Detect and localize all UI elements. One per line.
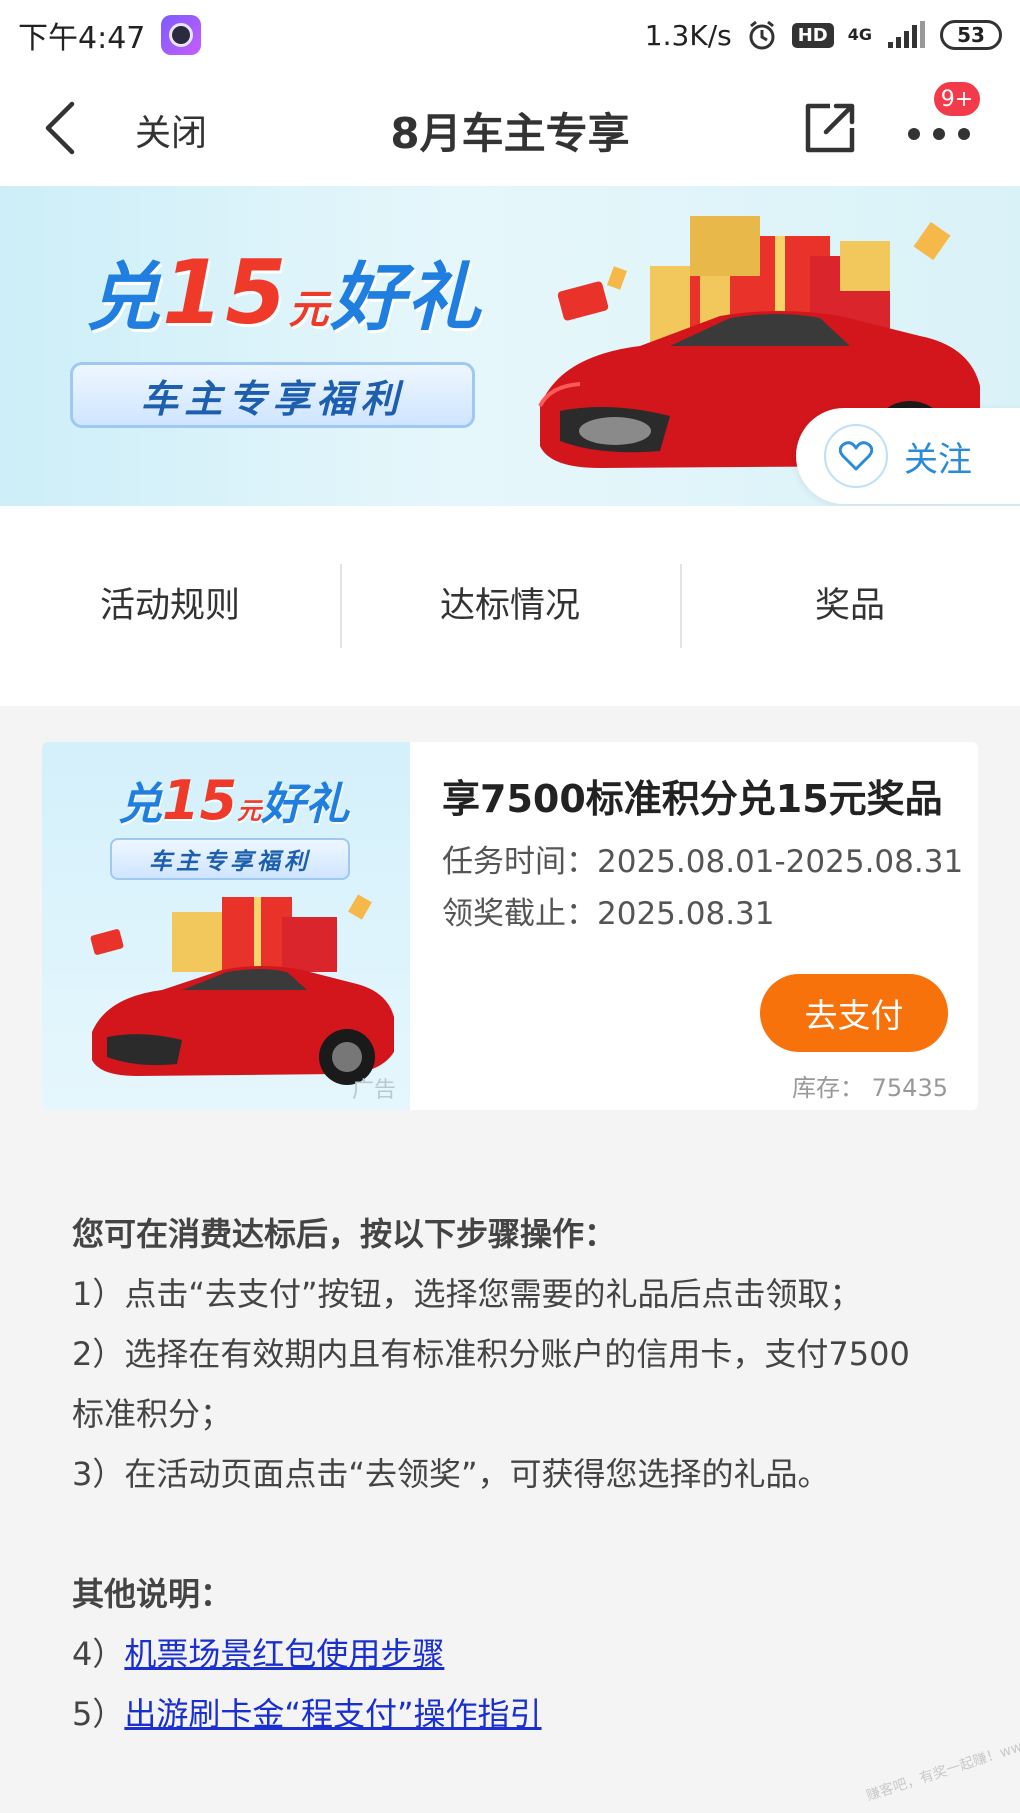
signal-icon: [888, 21, 925, 48]
follow-label: 关注: [904, 439, 972, 480]
share-icon[interactable]: [800, 98, 860, 158]
close-button[interactable]: 关闭: [135, 104, 207, 156]
product-image-headline: 兑15元好礼: [118, 769, 350, 832]
product-image-subtitle: 车主专享福利: [110, 838, 350, 880]
instructions-heading: 您可在消费达标后，按以下步骤操作：: [72, 1215, 617, 1253]
other-note-4: 4）机票场景红包使用步骤: [72, 1624, 962, 1684]
net-speed: 1.3K/s: [644, 18, 732, 52]
stock-label: 库存：: [792, 1074, 864, 1102]
banner-headline: 兑15元好礼: [86, 241, 483, 344]
tab-progress[interactable]: 达标情况: [340, 564, 680, 648]
other-note-5: 5）出游刷卡金“程支付”操作指引: [72, 1684, 962, 1744]
note-5-prefix: 5）: [72, 1695, 125, 1733]
instruction-step-1: 1）点击“去支付”按钮，选择您需要的礼品后点击领取；: [72, 1275, 862, 1313]
banner-subtitle: 车主专享福利: [70, 362, 475, 428]
flight-red-packet-link[interactable]: 机票场景红包使用步骤: [124, 1635, 444, 1673]
instruction-step-2-cont: 标准积分；: [72, 1395, 233, 1433]
product-card: 兑15元好礼 车主专享福利 广告 享7500标准积分兑15元奖品 任务时间：20…: [42, 742, 978, 1110]
stock-value: 75435: [871, 1074, 948, 1102]
product-car-illustration: [90, 894, 394, 1085]
instruction-step-3: 3）在活动页面点击“去领奖”，可获得您选择的礼品。: [72, 1455, 830, 1493]
travel-card-guide-link[interactable]: 出游刷卡金“程支付”操作指引: [124, 1695, 541, 1733]
tab-prizes[interactable]: 奖品: [680, 564, 1020, 648]
nav-bar: 关闭 8月车主专享: [0, 70, 1020, 186]
notification-badge: 9+: [932, 80, 982, 118]
status-bar: 下午4:47 1.3K/s HD 4G 53: [0, 0, 1020, 70]
other-notes-heading: 其他说明：: [72, 1575, 233, 1613]
task-time: 任务时间：2025.08.01-2025.08.31: [442, 844, 964, 880]
instruction-step-2: 2）选择在有效期内且有标准积分账户的信用卡，支付7500: [72, 1335, 910, 1373]
follow-button[interactable]: 关注: [796, 408, 1020, 504]
pay-button[interactable]: 去支付: [760, 974, 948, 1052]
instructions: 您可在消费达标后，按以下步骤操作： 1）点击“去支付”按钮，选择您需要的礼品后点…: [72, 1204, 962, 1744]
camera-app-icon: [161, 15, 202, 55]
ad-tag: 广告: [352, 1078, 397, 1103]
product-image: 兑15元好礼 车主专享福利 广告: [42, 742, 410, 1110]
note-4-prefix: 4）: [72, 1635, 125, 1673]
stock-info: 库存： 75435: [792, 1068, 948, 1103]
hd-badge: HD: [791, 22, 834, 48]
heart-icon: [824, 424, 888, 488]
claim-deadline: 领奖截止：2025.08.31: [442, 896, 775, 932]
battery-indicator: 53: [940, 20, 1002, 50]
back-arrow-icon[interactable]: [36, 98, 86, 158]
status-time: 下午4:47: [18, 21, 146, 56]
alarm-icon: [749, 20, 775, 50]
section-tabs: 活动规则 达标情况 奖品: [0, 506, 1020, 706]
tab-activity-rules[interactable]: 活动规则: [0, 564, 340, 648]
network-type: 4G: [847, 25, 872, 44]
product-title: 享7500标准积分兑15元奖品: [442, 777, 943, 821]
